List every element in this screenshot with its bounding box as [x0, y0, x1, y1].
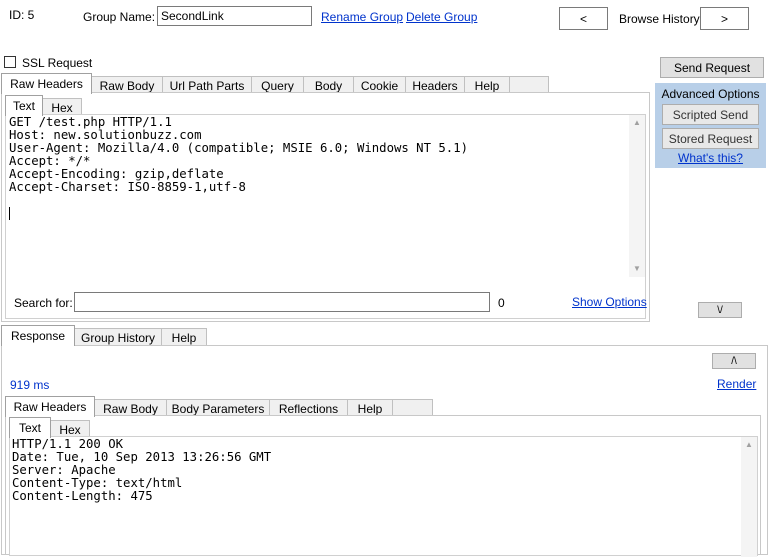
tab-response-help[interactable]: Help [161, 328, 207, 346]
request-subtabs: Text Hex [5, 95, 82, 116]
search-input[interactable] [74, 292, 490, 312]
stored-request-button[interactable]: Stored Request [662, 128, 759, 149]
resp-subtab-text[interactable]: Text [9, 417, 51, 438]
request-scrollbar[interactable]: ▲ ▼ [629, 115, 645, 277]
ssl-request-label: SSL Request [22, 56, 93, 70]
advanced-options-panel: Advanced Options Scripted Send Stored Re… [655, 83, 766, 168]
browse-history-label: Browse History [619, 12, 700, 26]
group-name-label: Group Name: [83, 10, 156, 24]
render-link[interactable]: Render [717, 377, 756, 391]
response-text-area[interactable]: HTTP/1.1 200 OK Date: Tue, 10 Sep 2013 1… [9, 436, 758, 557]
tab-raw-headers[interactable]: Raw Headers [1, 73, 92, 94]
text-cursor [9, 207, 10, 220]
search-count: 0 [498, 296, 505, 310]
search-label: Search for: [14, 296, 73, 310]
browse-prev-button[interactable]: < [559, 7, 608, 30]
whats-this-link[interactable]: What's this? [655, 151, 766, 165]
collapse-down-button[interactable]: \/ [698, 302, 742, 318]
response-tabs: Response Group History Help [1, 325, 207, 346]
ssl-request-checkbox[interactable] [4, 56, 16, 68]
id-label: ID: 5 [9, 8, 35, 22]
scripted-send-button[interactable]: Scripted Send [662, 104, 759, 125]
request-tabs: Raw Headers Raw Body Url Path Parts Quer… [1, 73, 549, 94]
scroll-up-icon[interactable]: ▲ [633, 119, 641, 127]
tab-resp-raw-headers[interactable]: Raw Headers [5, 396, 95, 417]
response-time: 919 ms [10, 378, 50, 392]
show-options-link[interactable]: Show Options [572, 295, 647, 309]
request-text-area[interactable]: GET /test.php HTTP/1.1 Host: new.solutio… [5, 114, 647, 319]
resp-scroll-up-icon[interactable]: ▲ [745, 441, 753, 449]
send-request-button[interactable]: Send Request [660, 57, 764, 78]
advanced-options-title: Advanced Options [661, 87, 760, 101]
browse-next-button[interactable]: > [700, 7, 749, 30]
tab-group-history[interactable]: Group History [74, 328, 162, 346]
expand-up-button[interactable]: /\ [712, 353, 756, 369]
tab-response[interactable]: Response [1, 325, 75, 346]
scroll-down-icon[interactable]: ▼ [633, 265, 641, 273]
subtab-text[interactable]: Text [5, 95, 43, 116]
response-inner-tabs: Raw Headers Raw Body Body Parameters Ref… [5, 396, 433, 417]
delete-group-link[interactable]: Delete Group [406, 10, 477, 24]
response-text: HTTP/1.1 200 OK Date: Tue, 10 Sep 2013 1… [12, 437, 272, 503]
response-scrollbar[interactable]: ▲ [741, 437, 757, 557]
group-name-input[interactable]: SecondLink [157, 6, 312, 26]
request-text: GET /test.php HTTP/1.1 Host: new.solutio… [9, 115, 469, 194]
rename-group-link[interactable]: Rename Group [321, 10, 403, 24]
response-subtabs: Text Hex [9, 417, 90, 438]
